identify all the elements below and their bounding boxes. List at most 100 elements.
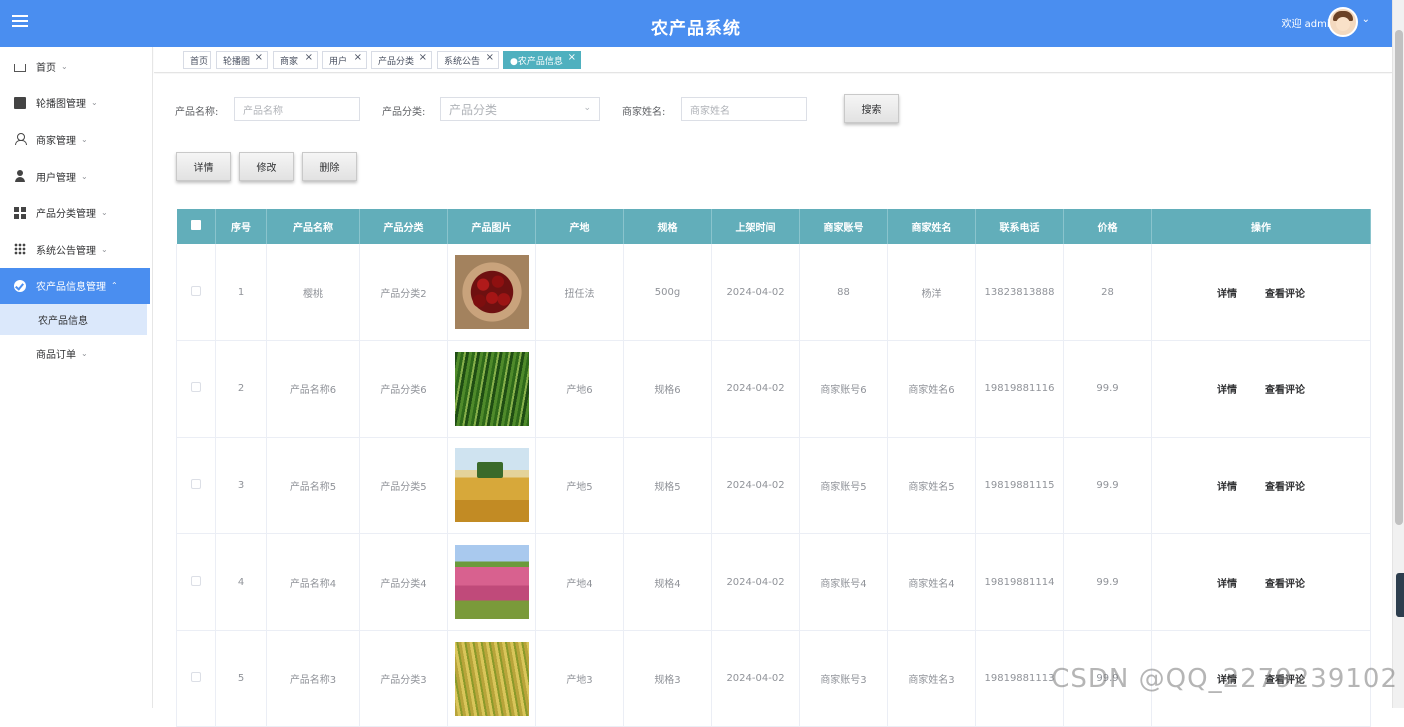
cell-category: 产品分类5 [359,437,448,535]
merchant-name-input[interactable]: 商家姓名 [681,97,807,121]
category-select[interactable]: 产品分类 ⌄ [440,97,600,121]
product-image[interactable] [454,448,529,523]
row-checkbox[interactable] [191,575,201,586]
column-header[interactable]: 产地 [535,209,624,244]
chevron-down-icon: ⌄ [91,98,98,108]
cell-phone: 19819881115 [975,437,1064,535]
cell-spec: 规格5 [623,437,712,535]
cell-merchant: 商家姓名3 [887,630,976,727]
cell-origin: 产地3 [535,630,624,727]
chevron-down-icon: ⌄ [81,348,88,358]
column-header[interactable]: 商家姓名 [887,209,976,244]
row-detail-link[interactable]: 详情 [1217,289,1237,300]
product-name-input[interactable]: 产品名称 [234,97,360,121]
row-checkbox[interactable] [191,382,201,393]
product-image[interactable] [454,545,529,620]
cell-name: 产品名称4 [266,533,360,631]
row-detail-link[interactable]: 详情 [1217,482,1237,493]
cell-spec: 规格6 [623,340,712,438]
row-comments-link[interactable]: 查看评论 [1265,289,1305,300]
tab-label: 用户 [329,56,348,67]
close-icon[interactable]: × [419,52,427,63]
sidebar-item-announcements[interactable]: 系统公告管理 ⌄ [0,231,152,268]
column-header[interactable]: 规格 [623,209,712,244]
image-icon [14,96,26,109]
column-header[interactable]: 商家账号 [799,209,888,244]
close-icon[interactable]: × [255,52,263,63]
cell-phone: 19819881114 [975,533,1064,631]
select-all-checkbox[interactable] [176,209,216,244]
row-detail-link[interactable]: 详情 [1217,385,1237,396]
close-icon[interactable]: × [568,52,576,63]
column-header[interactable]: 联系电话 [975,209,1064,244]
product-name-label: 产品名称: [175,107,219,118]
chevron-down-icon[interactable]: ⌄ [1362,14,1370,25]
cell-origin: 产地6 [535,340,624,438]
tab-merchants[interactable]: 商家 × [273,51,318,69]
column-header[interactable]: 产品分类 [359,209,448,244]
close-icon[interactable]: × [305,52,313,63]
sidebar-item-products[interactable]: 农产品信息管理 ⌃ [0,267,150,305]
tab-categories[interactable]: 产品分类 × [371,51,432,69]
cell-no: 5 [215,630,267,727]
product-image[interactable] [454,255,529,330]
scrollbar-thumb[interactable] [1395,30,1403,525]
search-button[interactable]: 搜索 [844,94,899,123]
cell-date: 2024-04-02 [711,437,800,535]
row-checkbox[interactable] [191,478,201,489]
column-header[interactable]: 序号 [215,209,267,244]
cell-name: 樱桃 [266,244,360,342]
cell-spec: 500g [623,244,712,342]
cell-price: 99.9 [1063,340,1152,438]
delete-button[interactable]: 删除 [302,152,357,181]
detail-button[interactable]: 详情 [176,152,231,181]
user-outline-icon [14,133,27,146]
tab-home[interactable]: 首页 [183,51,211,69]
sidebar-item-carousel[interactable]: 轮播图管理 ⌄ [0,85,152,122]
sidebar-item-home[interactable]: 首页 ⌄ [0,48,152,85]
tab-carousel[interactable]: 轮播图 × [216,51,268,69]
edit-button[interactable]: 修改 [239,152,294,181]
column-header[interactable]: 上架时间 [711,209,800,244]
merchant-name-label: 商家姓名: [622,107,666,118]
cell-no: 4 [215,533,267,631]
cell-spec: 规格4 [623,533,712,631]
category-label: 产品分类: [382,107,426,118]
close-icon[interactable]: × [486,52,494,63]
column-header[interactable]: 产品名称 [266,209,360,244]
row-comments-link[interactable]: 查看评论 [1265,385,1305,396]
sidebar-item-categories[interactable]: 产品分类管理 ⌄ [0,194,152,231]
cell-account: 商家账号3 [799,630,888,727]
cell-name: 产品名称6 [266,340,360,438]
side-drawer-handle[interactable] [1396,573,1404,617]
cell-account: 88 [799,244,888,342]
home-icon [14,64,26,73]
cell-phone: 19819881116 [975,340,1064,438]
tab-announcements[interactable]: 系统公告 × [437,51,499,69]
sidebar-item-merchants[interactable]: 商家管理 ⌄ [0,121,152,158]
tab-product-info[interactable]: ●农产品信息 × [503,51,581,69]
row-checkbox[interactable] [191,672,201,683]
cell-merchant: 商家姓名6 [887,340,976,438]
sidebar-item-orders[interactable]: 商品订单 ⌄ [0,335,152,371]
main-content: 产品名称: 产品名称 产品分类: 产品分类 ⌄ 商家姓名: 商家姓名 搜索 详情… [154,74,1392,727]
tab-users[interactable]: 用户 × [322,51,367,69]
cell-category: 产品分类4 [359,533,448,631]
cell-phone: 13823813888 [975,244,1064,342]
product-image[interactable] [454,351,529,426]
close-icon[interactable]: × [354,52,362,63]
chevron-down-icon: ⌄ [61,61,68,71]
sidebar-item-label: 商家管理 [36,135,76,147]
row-comments-link[interactable]: 查看评论 [1265,579,1305,590]
app-title: 农产品系统 [651,19,741,39]
row-checkbox[interactable] [191,285,201,296]
sidebar-item-users[interactable]: 用户管理 ⌄ [0,158,152,195]
product-image[interactable] [454,641,529,716]
avatar[interactable] [1328,7,1358,37]
cell-no: 1 [215,244,267,342]
column-header[interactable]: 产品图片 [447,209,536,244]
sidebar-subitem-product-info[interactable]: 农产品信息 [0,304,147,336]
column-header[interactable]: 价格 [1063,209,1152,244]
row-detail-link[interactable]: 详情 [1217,579,1237,590]
row-comments-link[interactable]: 查看评论 [1265,482,1305,493]
